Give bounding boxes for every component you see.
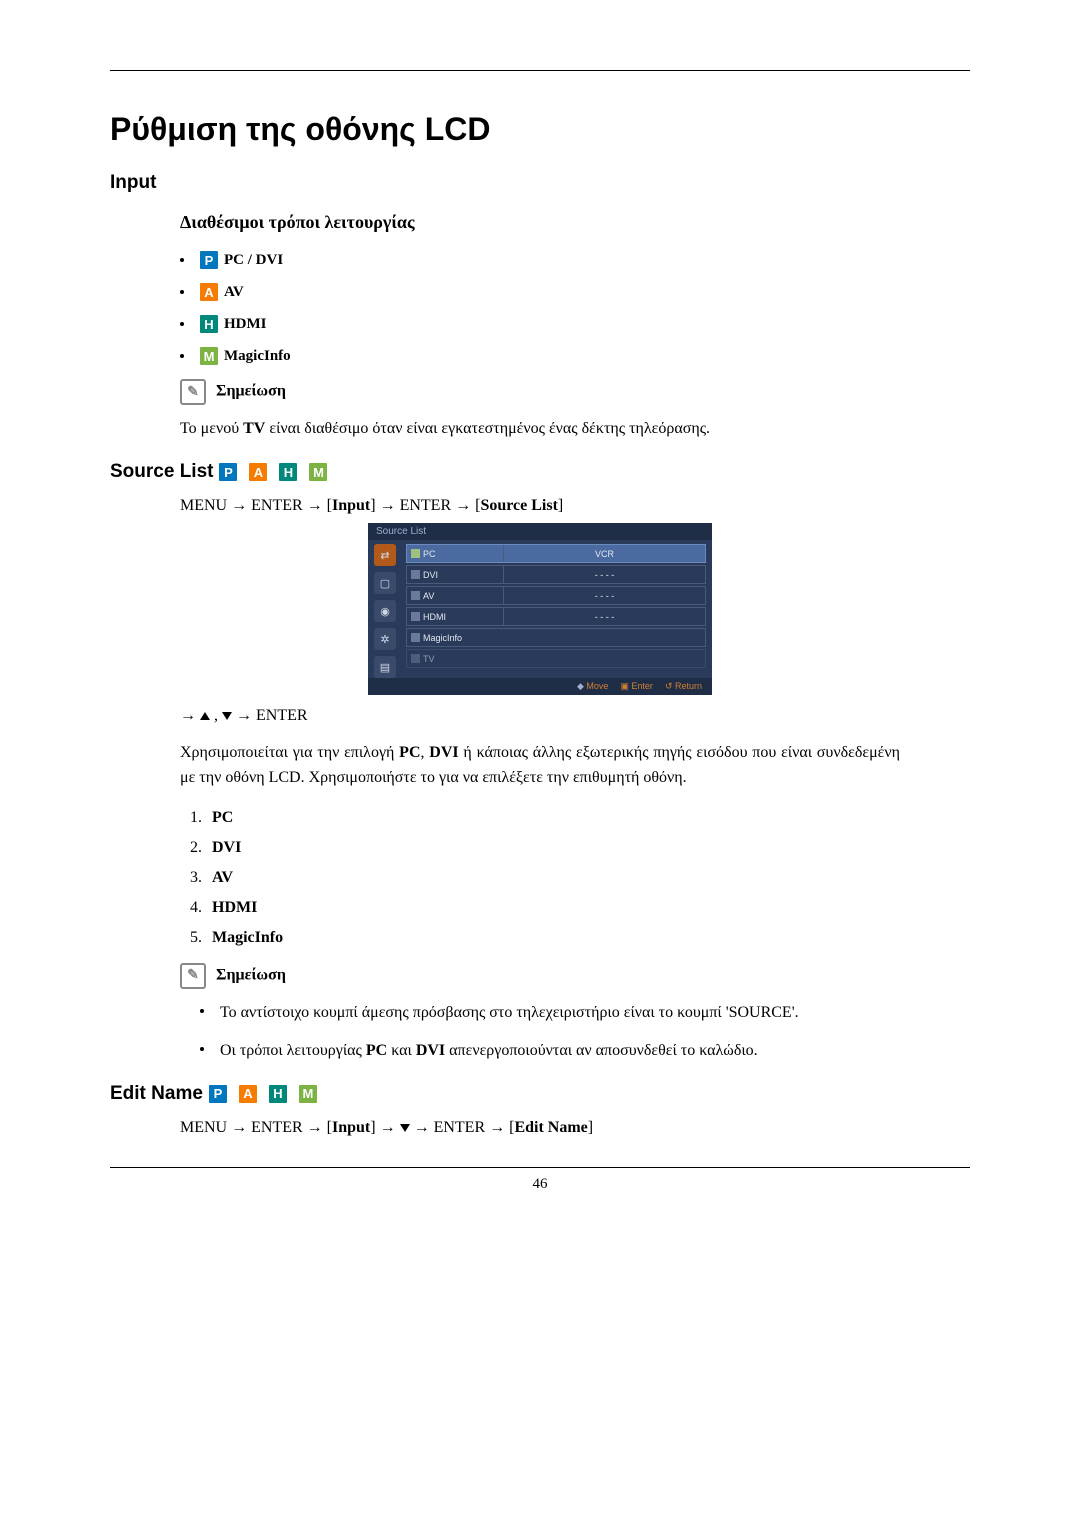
note-label: Σημείωση bbox=[216, 966, 286, 983]
edit-name-path: MENU → ENTER → [Input] → → ENTER → [Edit… bbox=[180, 1119, 900, 1137]
osd-side-multi-icon: ▤ bbox=[374, 656, 396, 678]
osd-row: MagicInfo bbox=[406, 628, 706, 647]
osd-sidebar: ⇄ ▢ ◉ ✲ ▤ bbox=[368, 540, 402, 678]
mode-magic: M MagicInfo bbox=[180, 347, 970, 365]
h-icon: H bbox=[200, 315, 218, 333]
osd-row: AV - - - - bbox=[406, 586, 706, 605]
check-icon bbox=[411, 654, 420, 663]
note-icon: ✎ bbox=[180, 963, 206, 989]
osd-side-sound-icon: ◉ bbox=[374, 600, 396, 622]
note-heading: ✎ Σημείωση bbox=[180, 379, 970, 405]
mode-pc: P PC / DVI bbox=[180, 251, 970, 269]
bullet-icon bbox=[180, 290, 184, 294]
p-icon: P bbox=[219, 463, 237, 481]
list-item: AV bbox=[206, 869, 900, 887]
m-icon: M bbox=[309, 463, 327, 481]
source-desc: Χρησιμοποιείται για την επιλογή PC, DVI … bbox=[180, 741, 900, 791]
p-icon: P bbox=[209, 1085, 227, 1103]
note-label: Σημείωση bbox=[216, 383, 286, 400]
mode-label: AV bbox=[224, 284, 244, 301]
a-icon: A bbox=[200, 283, 218, 301]
modes-list: P PC / DVI A AV H HDMI M MagicInfo bbox=[180, 251, 970, 365]
note-list: Το αντίστοιχο κουμπί άμεσης πρόσβασης στ… bbox=[200, 1001, 900, 1063]
osd-row: DVI - - - - bbox=[406, 565, 706, 584]
osd-row: PC VCR bbox=[406, 544, 706, 563]
a-icon: A bbox=[239, 1085, 257, 1103]
list-item: DVI bbox=[206, 839, 900, 857]
mode-label: MagicInfo bbox=[224, 348, 291, 365]
check-icon bbox=[411, 591, 420, 600]
osd-main: PC VCR DVI - - - - AV - - - - bbox=[402, 540, 712, 678]
mode-label: HDMI bbox=[224, 316, 267, 333]
h-icon: H bbox=[279, 463, 297, 481]
mode-av: A AV bbox=[180, 283, 970, 301]
osd-footer: ◆ Move ▣ Enter ↺ Return bbox=[368, 678, 712, 695]
up-arrow-icon bbox=[200, 712, 210, 720]
osd-screenshot: Source List ⇄ ▢ ◉ ✲ ▤ PC VCR DVI bbox=[110, 523, 970, 695]
a-icon: A bbox=[249, 463, 267, 481]
bottom-rule bbox=[110, 1167, 970, 1168]
note-item: Το αντίστοιχο κουμπί άμεσης πρόσβασης στ… bbox=[200, 1001, 900, 1025]
mode-label: PC / DVI bbox=[224, 252, 283, 269]
h-icon: H bbox=[269, 1085, 287, 1103]
bullet-icon bbox=[180, 258, 184, 262]
note-text: Το μενού TV είναι διαθέσιμο όταν είναι ε… bbox=[180, 417, 900, 441]
p-icon: P bbox=[200, 251, 218, 269]
note-icon: ✎ bbox=[180, 379, 206, 405]
check-icon bbox=[411, 549, 420, 558]
osd-side-source-icon: ⇄ bbox=[374, 544, 396, 566]
osd-title: Source List bbox=[368, 523, 712, 540]
m-icon: M bbox=[299, 1085, 317, 1103]
modes-heading: Διαθέσιμοι τρόποι λειτουργίας bbox=[180, 212, 970, 233]
page-title: Ρύθμιση της οθόνης LCD bbox=[110, 111, 970, 148]
source-list-heading: Source List P A H M bbox=[110, 461, 970, 483]
bullet-icon bbox=[180, 322, 184, 326]
bullet-icon bbox=[180, 354, 184, 358]
source-list-path: MENU → ENTER → [Input] → ENTER → [Source… bbox=[180, 497, 900, 515]
osd-side-picture-icon: ▢ bbox=[374, 572, 396, 594]
osd-row: HDMI - - - - bbox=[406, 607, 706, 626]
osd-row: TV bbox=[406, 649, 706, 668]
list-item: PC bbox=[206, 809, 900, 827]
down-arrow-icon bbox=[400, 1124, 410, 1132]
input-heading: Input bbox=[110, 172, 970, 194]
nav-line: → , → ENTER bbox=[180, 707, 900, 725]
list-item: HDMI bbox=[206, 899, 900, 917]
note-item: Οι τρόποι λειτουργίας PC και DVI απενεργ… bbox=[200, 1039, 900, 1063]
check-icon bbox=[411, 612, 420, 621]
m-icon: M bbox=[200, 347, 218, 365]
check-icon bbox=[411, 570, 420, 579]
edit-name-heading: Edit Name P A H M bbox=[110, 1083, 970, 1105]
page-number: 46 bbox=[110, 1176, 970, 1193]
mode-hdmi: H HDMI bbox=[180, 315, 970, 333]
source-ordered-list: PC DVI AV HDMI MagicInfo bbox=[206, 809, 900, 947]
down-arrow-icon bbox=[222, 712, 232, 720]
top-rule bbox=[110, 70, 970, 71]
osd-side-setup-icon: ✲ bbox=[374, 628, 396, 650]
note-heading: ✎ Σημείωση bbox=[180, 963, 970, 989]
check-icon bbox=[411, 633, 420, 642]
list-item: MagicInfo bbox=[206, 929, 900, 947]
